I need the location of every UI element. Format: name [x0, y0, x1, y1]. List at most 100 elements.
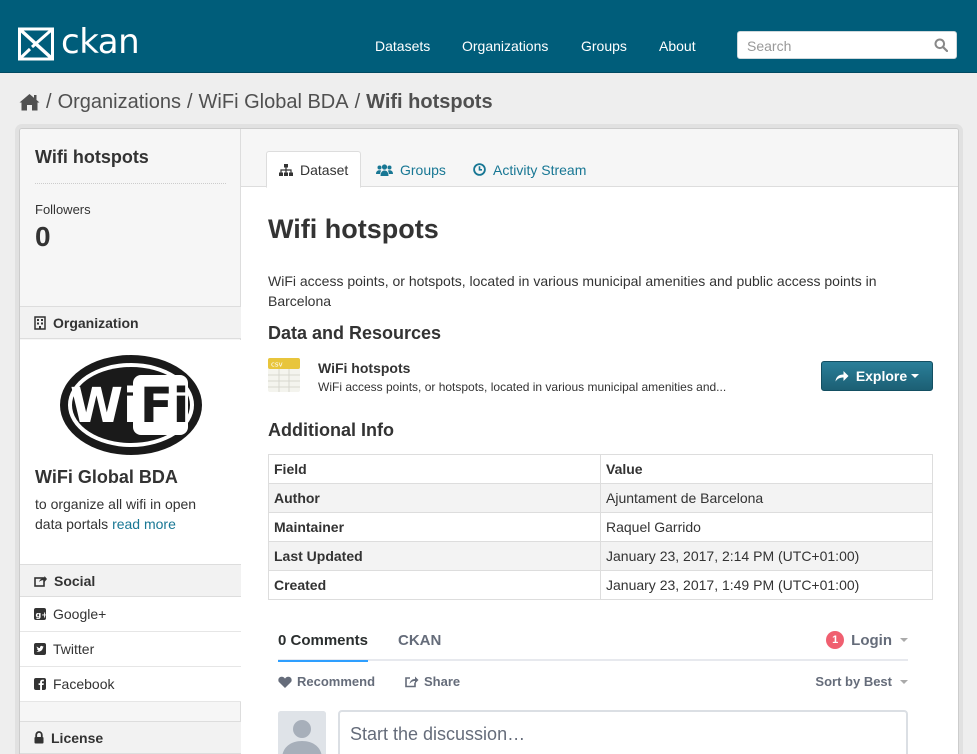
- social-google-plus-label: Google+: [53, 606, 107, 622]
- clock-icon: [473, 163, 486, 176]
- breadcrumb-organizations[interactable]: Organizations: [58, 91, 181, 114]
- comments-tabs: 0 Comments CKAN 1 Login: [278, 619, 908, 662]
- heart-icon: [278, 676, 292, 688]
- login-label: Login: [851, 631, 892, 649]
- svg-text:g+: g+: [36, 611, 47, 620]
- masthead: ckan Datasets Organizations Groups About: [0, 0, 977, 73]
- social-twitter-label: Twitter: [53, 641, 95, 657]
- comment-input[interactable]: Start the discussion…: [338, 710, 908, 754]
- tab-community[interactable]: CKAN: [398, 632, 441, 649]
- share-icon: [405, 676, 419, 688]
- svg-text:Fi: Fi: [140, 378, 189, 434]
- table-cell-field: Maintainer: [268, 512, 601, 542]
- tab-activity-stream[interactable]: Activity Stream: [461, 151, 598, 188]
- caret-down-icon: [911, 374, 920, 378]
- nav-datasets[interactable]: Datasets: [375, 38, 430, 54]
- breadcrumb-separator: /: [46, 90, 52, 113]
- table-row: Created January 23, 2017, 1:49 PM (UTC+0…: [268, 570, 933, 600]
- organization-panel: Wi Fi WiFi Global BDA to organize all wi…: [20, 340, 241, 564]
- followers-count: 0: [35, 221, 51, 252]
- breadcrumb-organization[interactable]: WiFi Global BDA: [199, 91, 349, 114]
- sort-label: Sort by Best: [815, 674, 892, 689]
- table-cell-value: January 23, 2017, 1:49 PM (UTC+01:00): [600, 570, 933, 600]
- explore-button-label: Explore: [855, 368, 908, 384]
- sitemap-icon: [279, 163, 293, 176]
- content-wrapper: Wifi hotspots Followers 0 Organization W…: [19, 128, 959, 754]
- tab-activity-stream-label: Activity Stream: [493, 161, 587, 178]
- recommend-button[interactable]: Recommend: [278, 674, 375, 689]
- site-search: [737, 31, 957, 59]
- organization-heading: Organization: [20, 306, 241, 339]
- share-label: Share: [424, 674, 461, 689]
- organization-name: WiFi Global BDA: [35, 467, 178, 487]
- svg-text:Wi: Wi: [70, 378, 139, 434]
- recommend-label: Recommend: [297, 674, 376, 689]
- table-cell-value: January 23, 2017, 2:14 PM (UTC+01:00): [600, 541, 933, 571]
- share-button[interactable]: Share: [405, 674, 460, 689]
- organization-description: to organize all wifi in open data portal…: [35, 494, 225, 534]
- dataset-description: WiFi access points, or hotspots, located…: [268, 273, 877, 309]
- csv-format-icon[interactable]: csv: [268, 358, 300, 392]
- home-icon[interactable]: [19, 93, 40, 111]
- users-icon: [376, 163, 393, 176]
- table-row: Last Updated January 23, 2017, 2:14 PM (…: [268, 541, 933, 571]
- search-icon[interactable]: [934, 38, 948, 52]
- sidebar: Wifi hotspots Followers 0 Organization W…: [20, 129, 241, 754]
- license-heading-label: License: [51, 729, 104, 746]
- svg-text:csv: csv: [271, 361, 283, 369]
- table-cell-value: Ajuntament de Barcelona: [600, 483, 933, 513]
- caret-down-icon: [900, 679, 908, 684]
- sort-dropdown[interactable]: Sort by Best: [815, 674, 908, 689]
- table-cell-value: Raquel Garrido: [600, 512, 933, 542]
- social-facebook[interactable]: Facebook: [20, 667, 241, 702]
- explore-button[interactable]: Explore: [821, 361, 933, 391]
- table-row: Author Ajuntament de Barcelona: [268, 483, 933, 513]
- social-list: g+ Google+ Twitter Facebook: [20, 597, 241, 702]
- lock-icon: [34, 731, 44, 744]
- table-cell-field: Author: [268, 483, 601, 513]
- google-plus-icon: g+: [34, 608, 46, 620]
- caret-down-icon: [900, 638, 908, 642]
- twitter-icon: [34, 643, 46, 655]
- dataset-title: Wifi hotspots: [268, 214, 439, 244]
- building-icon: [34, 315, 46, 330]
- nav-about[interactable]: About: [659, 38, 696, 54]
- table-header-value: Value: [600, 454, 933, 484]
- facebook-icon: [34, 678, 46, 690]
- resource-description: WiFi access points, or hotspots, located…: [318, 380, 727, 394]
- breadcrumb-current[interactable]: Wifi hotspots: [366, 91, 492, 114]
- breadcrumb-separator: /: [186, 90, 193, 113]
- table-header-row: Field Value: [268, 454, 933, 484]
- content-tabs: Dataset Groups Activity Stream: [241, 129, 958, 188]
- followers-label: Followers: [35, 202, 91, 217]
- social-google-plus[interactable]: g+ Google+: [20, 597, 241, 632]
- ckan-envelope-icon: [18, 27, 54, 61]
- tab-groups[interactable]: Groups: [364, 151, 458, 188]
- additional-info-table: Field Value Author Ajuntament de Barcelo…: [268, 454, 933, 600]
- tab-dataset[interactable]: Dataset: [266, 151, 362, 188]
- additional-info-heading: Additional Info: [268, 420, 394, 440]
- license-heading: License: [20, 721, 241, 754]
- table-header-field: Field: [268, 454, 601, 484]
- table-cell-field: Last Updated: [268, 541, 601, 571]
- ckan-logo[interactable]: ckan: [18, 22, 140, 62]
- resource-title[interactable]: WiFi hotspots: [318, 360, 410, 376]
- brand-name: ckan: [61, 22, 140, 62]
- nav-organizations[interactable]: Organizations: [462, 38, 548, 54]
- wifi-logo-image[interactable]: Wi Fi: [60, 355, 202, 455]
- tab-comments[interactable]: 0 Comments: [278, 632, 369, 662]
- breadcrumb: / Organizations / WiFi Global BDA / Wifi…: [19, 89, 493, 115]
- login-dropdown[interactable]: 1 Login: [826, 631, 908, 649]
- social-twitter[interactable]: Twitter: [20, 632, 241, 667]
- organization-heading-label: Organization: [53, 314, 139, 331]
- read-more-link[interactable]: read more: [112, 516, 176, 532]
- breadcrumb-separator: /: [354, 90, 361, 113]
- search-input[interactable]: [747, 37, 927, 55]
- avatar: [278, 711, 326, 754]
- nav-groups[interactable]: Groups: [581, 38, 627, 54]
- tab-groups-label: Groups: [400, 161, 446, 178]
- comments-section: 0 Comments CKAN 1 Login Recommend Share …: [278, 619, 908, 754]
- table-row: Maintainer Raquel Garrido: [268, 512, 933, 542]
- share-arrow-icon: [835, 371, 849, 382]
- resource-item: csv WiFi hotspots WiFi access points, or…: [268, 356, 933, 396]
